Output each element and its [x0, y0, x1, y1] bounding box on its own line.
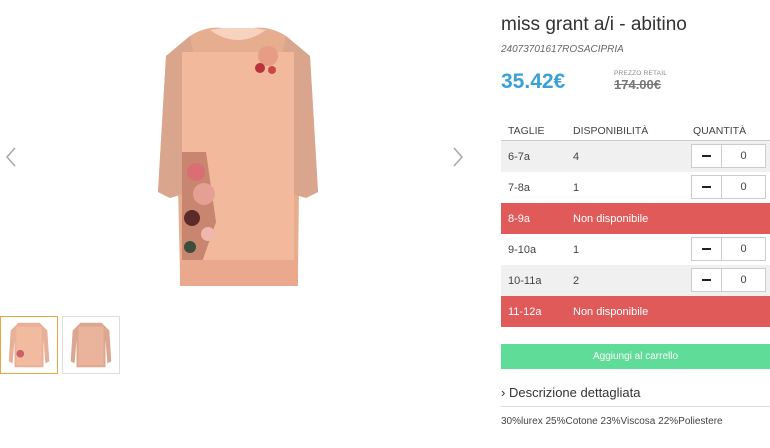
product-price: 35.42€ [501, 70, 566, 93]
row-size: 7-8a [508, 182, 531, 194]
row-availability: Non disponibile [573, 213, 649, 225]
quantity-input[interactable] [721, 269, 765, 291]
quantity-stepper [691, 268, 766, 292]
minus-icon [701, 279, 711, 281]
product-sku: 24073701617ROSACIPRIA [501, 44, 624, 55]
table-row: 7-8a 1 [501, 172, 770, 203]
table-row-unavailable: 11-12a Non disponibile [501, 296, 770, 327]
decrement-button[interactable] [692, 238, 720, 260]
retail-price-label: PREZZO RETAIL [614, 70, 668, 77]
description-text: 30%lurex 25%Cotone 23%Viscosa 22%Poliest… [501, 416, 723, 427]
row-size: 11-12a [508, 306, 542, 318]
divider [501, 406, 770, 407]
row-size: 9-10a [508, 244, 537, 256]
chevron-right-icon [453, 147, 464, 167]
quantity-input[interactable] [721, 176, 765, 198]
row-availability: 2 [573, 275, 580, 287]
thumbnail-back[interactable] [62, 316, 120, 374]
row-availability: 1 [573, 182, 580, 194]
quantity-input[interactable] [721, 145, 765, 167]
decrement-button[interactable] [692, 269, 720, 291]
thumbnail-front-image [8, 322, 50, 368]
product-image [158, 27, 318, 286]
decrement-button[interactable] [692, 145, 720, 167]
retail-price: 174.00€ [614, 77, 661, 92]
chevron-left-icon [5, 147, 16, 167]
thumbnail-front[interactable] [0, 316, 58, 374]
table-row-unavailable: 8-9a Non disponibile [501, 203, 770, 234]
description-toggle[interactable]: › Descrizione dettagliata [501, 385, 641, 400]
table-row: 6-7a 4 [501, 141, 770, 172]
chevron-right-icon: › [501, 385, 506, 400]
size-table: TAGLIE DISPONIBILITÀ QUANTITÀ 6-7a 4 7-8… [501, 120, 770, 327]
row-availability: 4 [573, 151, 580, 163]
description-title: Descrizione dettagliata [508, 385, 641, 400]
gallery-prev-button[interactable] [2, 142, 20, 172]
gallery-next-button[interactable] [449, 142, 467, 172]
quantity-stepper [691, 175, 766, 199]
row-size: 6-7a [508, 151, 531, 163]
minus-icon [701, 248, 711, 250]
row-availability: Non disponibile [573, 306, 649, 318]
minus-icon [701, 186, 711, 188]
quantity-stepper [691, 144, 766, 168]
thumbnail-back-image [70, 322, 112, 368]
quantity-stepper [691, 237, 766, 261]
row-size: 8-9a [508, 213, 531, 225]
header-availability: DISPONIBILITÀ [573, 125, 649, 137]
table-row: 10-11a 2 [501, 265, 770, 296]
size-table-header: TAGLIE DISPONIBILITÀ QUANTITÀ [501, 120, 770, 141]
product-gallery [0, 0, 480, 448]
header-quantity: QUANTITÀ [693, 125, 747, 137]
header-size: TAGLIE [508, 125, 545, 137]
table-row: 9-10a 1 [501, 234, 770, 265]
product-title: miss grant a/i - abitino [501, 14, 687, 35]
row-availability: 1 [573, 244, 580, 256]
decrement-button[interactable] [692, 176, 720, 198]
add-to-cart-button[interactable]: Aggiungi al carrello [501, 344, 770, 369]
minus-icon [701, 155, 711, 157]
quantity-input[interactable] [721, 238, 765, 260]
row-size: 10-11a [508, 275, 542, 287]
